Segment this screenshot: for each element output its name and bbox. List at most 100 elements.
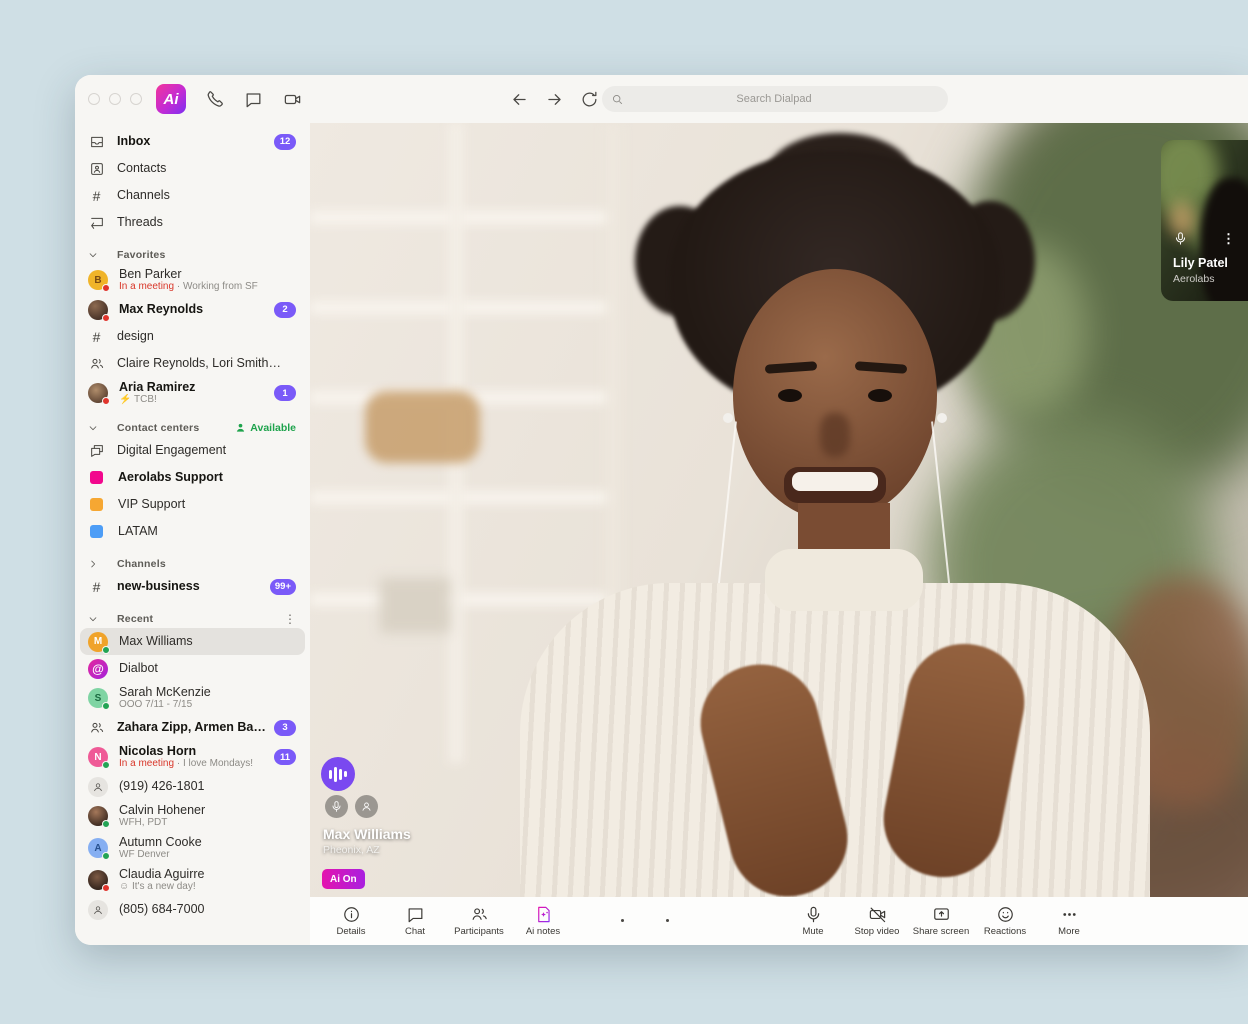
- recent-autumn-cooke[interactable]: A Autumn Cooke WF Denver: [75, 832, 310, 864]
- unread-badge: 3: [274, 720, 296, 736]
- chevron-down-icon: [88, 423, 105, 433]
- smiley-icon: [996, 905, 1015, 924]
- recent-calvin-hohener[interactable]: Calvin Hohener WFH, PDT: [75, 800, 310, 832]
- sidebar: Inbox 12 Contacts # Channels Threads Fav…: [75, 123, 310, 945]
- recent-section-header[interactable]: Recent ⋮: [75, 609, 310, 628]
- info-icon: [342, 905, 361, 924]
- mic-status-icon[interactable]: [325, 795, 348, 818]
- favorite-max-reynolds[interactable]: Max Reynolds 2: [75, 296, 310, 323]
- hash-icon: #: [88, 328, 105, 345]
- latam-color-swatch: [90, 525, 103, 538]
- share-screen-icon: [932, 905, 951, 924]
- mic-icon[interactable]: [1173, 231, 1188, 246]
- search-icon: [611, 93, 624, 106]
- video-off-icon: [868, 905, 887, 924]
- pip-options-icon[interactable]: ⋮: [1222, 232, 1235, 245]
- window-minimize-button[interactable]: [109, 93, 121, 105]
- ai-notes-button[interactable]: Ai notes: [511, 897, 575, 945]
- avatar: M: [88, 632, 108, 652]
- recent-nicolas-horn[interactable]: N Nicolas Horn In a meeting · I love Mon…: [75, 741, 310, 773]
- vip-color-swatch: [90, 498, 103, 511]
- recent-max-williams[interactable]: M Max Williams: [80, 628, 305, 655]
- participants-icon: [470, 905, 489, 924]
- chevron-down-icon: [88, 614, 105, 624]
- call-toolbar: Details Chat Participants Ai notes: [310, 897, 1248, 945]
- speaker-location: Pheonix, AZ: [323, 844, 380, 856]
- sidebar-item-channels[interactable]: # Channels: [75, 182, 310, 209]
- search-bar[interactable]: [602, 86, 948, 112]
- hash-icon: #: [88, 578, 105, 595]
- chevron-down-icon: [88, 250, 105, 260]
- messages-icon[interactable]: [242, 88, 264, 110]
- pip-participant-company: Aerolabs: [1173, 273, 1214, 285]
- window-zoom-button[interactable]: [130, 93, 142, 105]
- unread-badge: 12: [274, 134, 296, 150]
- favorite-ben-parker[interactable]: B Ben Parker In a meeting · Working from…: [75, 264, 310, 296]
- recent-sarah-mckenzie[interactable]: S Sarah McKenzie OOO 7/11 - 7/15: [75, 682, 310, 714]
- recent-claudia-aguirre[interactable]: Claudia Aguirre ☺ It's a new day!: [75, 864, 310, 896]
- contact-center-aerolabs-support[interactable]: Aerolabs Support: [75, 464, 310, 491]
- window-controls[interactable]: [88, 93, 142, 105]
- available-icon: [235, 422, 246, 433]
- avatar: S: [88, 688, 108, 708]
- contact-center-vip-support[interactable]: VIP Support: [75, 491, 310, 518]
- chat-icon: [406, 905, 425, 924]
- recent-phone-919[interactable]: (919) 426-1801: [75, 773, 310, 800]
- sidebar-item-threads[interactable]: Threads: [75, 209, 310, 236]
- chat-button[interactable]: Chat: [383, 897, 447, 945]
- favorite-aria-ramirez[interactable]: Aria Ramirez ⚡ TCB! 1: [75, 377, 310, 409]
- video-feed: Max Williams Pheonix, AZ Ai On ⋮ Lily Pa…: [310, 123, 1248, 897]
- meeting-area: Max Williams Pheonix, AZ Ai On ⋮ Lily Pa…: [310, 123, 1248, 945]
- avatar: [88, 806, 108, 826]
- back-arrow-icon[interactable]: [508, 88, 530, 110]
- availability-status[interactable]: Available: [235, 422, 296, 434]
- group-icon: [88, 355, 105, 372]
- channel-new-business[interactable]: # new-business 99+: [75, 573, 310, 600]
- contacts-icon: [88, 160, 105, 177]
- refresh-icon[interactable]: [578, 88, 600, 110]
- ai-on-badge[interactable]: Ai On: [322, 869, 365, 889]
- pip-tile-lily-patel[interactable]: ⋮ Lily Patel Aerolabs: [1161, 140, 1248, 301]
- search-input[interactable]: [624, 86, 948, 112]
- unread-badge: 11: [274, 749, 296, 765]
- phone-icon[interactable]: [203, 88, 225, 110]
- recent-options-icon[interactable]: ⋮: [284, 613, 296, 625]
- unread-badge: 2: [274, 302, 296, 318]
- avatar: [88, 300, 108, 320]
- participant-status-icon[interactable]: [355, 795, 378, 818]
- dialbot-icon: @: [88, 659, 108, 679]
- sidebar-item-inbox[interactable]: Inbox 12: [75, 128, 310, 155]
- avatar: [88, 383, 108, 403]
- share-screen-button[interactable]: Share screen: [909, 897, 973, 945]
- reactions-button[interactable]: Reactions: [973, 897, 1037, 945]
- digital-engagement-icon: [88, 442, 105, 459]
- recent-phone-805[interactable]: (805) 684-7000: [75, 896, 310, 923]
- top-bar: Ai: [75, 75, 1248, 123]
- favorites-section-header[interactable]: Favorites: [75, 245, 310, 264]
- mute-button[interactable]: Mute: [781, 897, 845, 945]
- recent-group-zahara-armen[interactable]: Zahara Zipp, Armen Ba… 3: [75, 714, 310, 741]
- window-close-button[interactable]: [88, 93, 100, 105]
- mic-icon: [804, 905, 823, 924]
- app-window: Ai Inbox 12: [75, 75, 1248, 945]
- participants-button[interactable]: Participants: [447, 897, 511, 945]
- favorite-group-claire-lori[interactable]: Claire Reynolds, Lori Smith…: [75, 350, 310, 377]
- inbox-icon: [88, 133, 105, 150]
- stop-video-button[interactable]: Stop video: [845, 897, 909, 945]
- dialpad-ai-logo: Ai: [156, 84, 186, 114]
- details-button[interactable]: Details: [319, 897, 383, 945]
- person-icon: [88, 777, 108, 797]
- contact-centers-section-header[interactable]: Contact centers Available: [75, 418, 310, 437]
- more-button[interactable]: More: [1037, 897, 1101, 945]
- unread-badge: 99+: [270, 579, 296, 595]
- sidebar-item-contacts[interactable]: Contacts: [75, 155, 310, 182]
- favorite-design-channel[interactable]: # design: [75, 323, 310, 350]
- video-meetings-icon[interactable]: [281, 88, 303, 110]
- forward-arrow-icon[interactable]: [543, 88, 565, 110]
- ai-notes-icon: [534, 905, 553, 924]
- contact-center-latam[interactable]: LATAM: [75, 518, 310, 545]
- contact-center-digital-engagement[interactable]: Digital Engagement: [75, 437, 310, 464]
- recent-dialbot[interactable]: @ Dialbot: [75, 655, 310, 682]
- channels-section-header[interactable]: Channels: [75, 554, 310, 573]
- threads-icon: [88, 214, 105, 231]
